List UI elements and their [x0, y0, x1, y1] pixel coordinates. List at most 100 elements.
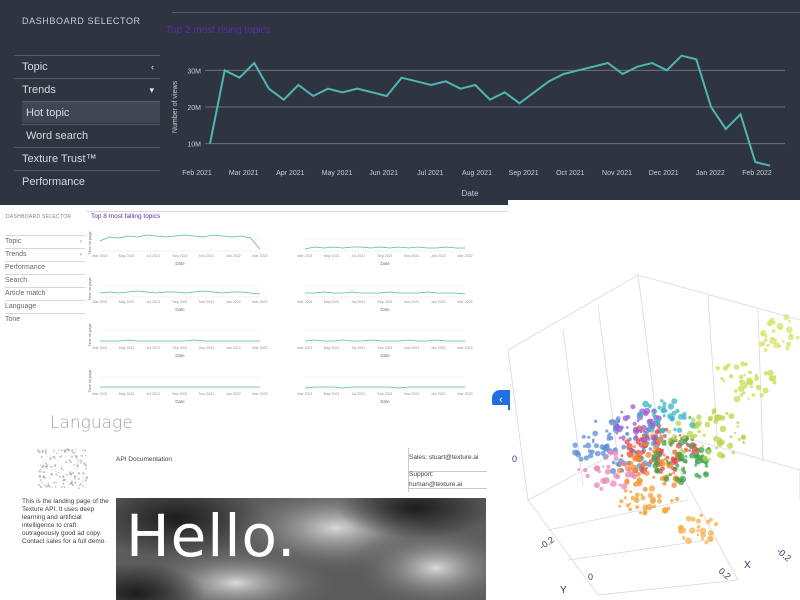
logo-dot: [81, 454, 84, 457]
data-point: [745, 362, 748, 366]
y-axis-label: Time on page: [88, 277, 92, 300]
data-point: [653, 445, 657, 450]
data-point: [728, 374, 734, 379]
x-tick-label: Jul 2021: [352, 346, 366, 350]
sidebar-item-performance[interactable]: Performance: [5, 261, 85, 274]
y-tick-label: 10M: [187, 142, 201, 149]
scatter-plot[interactable]: 0 -0.2 -0.2 0 0.2 Y X: [508, 200, 800, 600]
logo-dot: [61, 465, 63, 467]
data-point: [657, 405, 662, 410]
data-point: [699, 513, 704, 518]
data-point: [660, 470, 664, 474]
data-point: [593, 419, 598, 423]
landing-page: Language This is the landing page of the…: [0, 405, 508, 600]
x-tick-label: Sep 2021: [377, 300, 392, 304]
sidebar-item-hot-topic[interactable]: Hot topic: [22, 101, 160, 123]
data-point: [631, 464, 638, 472]
data-point: [654, 468, 660, 474]
logo-dot: [68, 472, 72, 475]
data-point: [662, 433, 667, 439]
data-point: [591, 440, 595, 444]
logo-dot: [59, 476, 62, 478]
logo-dot: [65, 473, 68, 476]
data-point: [714, 446, 718, 450]
rising-topics-chart: 10M 20M 30M Number of views Feb 2021 Mar 2021…: [172, 54, 785, 198]
y-tick-label: 30M: [187, 68, 201, 75]
api-documentation-link[interactable]: API Documentation: [116, 456, 172, 463]
logo-dot: [71, 449, 74, 452]
data-point: [681, 449, 686, 455]
data-point: [708, 530, 714, 536]
sidebar-item-topic[interactable]: Topic ‹: [5, 235, 85, 248]
data-point: [647, 403, 652, 409]
data-point: [657, 498, 662, 504]
x-tick-label: Sep 2021: [172, 300, 187, 304]
logo-dot: [78, 484, 81, 487]
logo-dot: [83, 482, 84, 484]
logo-dot: [69, 470, 71, 473]
data-point: [671, 482, 677, 488]
data-point: [702, 471, 710, 478]
sidebar-title: DASHBOARD SELECTOR: [22, 16, 141, 26]
sidebar-item-trends[interactable]: Trends ▾: [14, 78, 160, 100]
logo-dot: [41, 486, 43, 488]
y-axis-label: Time on page: [88, 323, 92, 346]
data-point: [716, 451, 724, 458]
logo-dot: [44, 462, 48, 465]
x-tick-label: Nov 2021: [404, 300, 419, 304]
data-point: [642, 510, 648, 516]
topic-mini-chart: Mar 2021 May 2021 Jul 2021 Sep 2021 Nov 2021…: [297, 238, 473, 266]
data-point: [639, 430, 643, 434]
data-point: [673, 467, 678, 471]
sidebar-item-texture-trust[interactable]: Texture Trust™: [14, 147, 160, 169]
data-point: [726, 363, 731, 368]
sidebar-item-article-match[interactable]: Article match: [5, 287, 85, 300]
sidebar-item-word-search[interactable]: Word search: [22, 124, 160, 146]
sidebar-item-topic[interactable]: Topic ‹: [14, 55, 160, 77]
sidebar-item-label: Article match: [5, 290, 46, 297]
data-point: [795, 335, 800, 340]
support-contact-link[interactable]: Support: human@texture.ai: [409, 470, 487, 489]
logo-dot: [36, 449, 40, 452]
sidebar-item-trends[interactable]: Trends ‹: [5, 248, 85, 261]
logo-dot: [62, 469, 64, 471]
x-tick-label: May 2021: [324, 392, 340, 396]
data-point: [644, 470, 650, 476]
sidebar-item-tone[interactable]: Tone: [5, 313, 85, 326]
data-point: [583, 467, 588, 473]
sidebar-item-performance[interactable]: Performance: [14, 170, 160, 192]
logo-dot: [65, 461, 68, 464]
embedding-scatter-3d[interactable]: 0 -0.2 -0.2 0 0.2 Y X: [508, 200, 800, 600]
logo-dot: [81, 459, 83, 462]
data-point: [675, 420, 682, 427]
data-point: [767, 322, 772, 327]
y-axis-label: Time on page: [88, 369, 92, 392]
data-point: [673, 427, 677, 432]
data-point: [635, 480, 641, 486]
data-point: [759, 393, 764, 398]
data-point: [713, 418, 719, 424]
data-point: [738, 374, 744, 380]
point-cluster: [758, 314, 800, 353]
data-point: [662, 414, 666, 418]
data-point: [748, 371, 753, 375]
series-line: [304, 339, 465, 342]
sidebar-item-language[interactable]: Language: [5, 300, 85, 313]
logo-dot: [75, 457, 78, 459]
data-point: [750, 385, 754, 389]
logo-dot: [67, 482, 69, 484]
data-point: [771, 329, 776, 334]
x-tick-label: Mar 2022: [252, 254, 267, 258]
data-point: [742, 441, 746, 444]
logo-dot: [74, 468, 76, 470]
data-point: [713, 410, 716, 413]
data-point: [763, 348, 768, 353]
tick-label: -0.2: [537, 535, 555, 552]
x-tick-label: Apr 2021: [276, 170, 305, 177]
logo-dot: [67, 480, 68, 482]
series-line: [209, 54, 771, 167]
x-tick-label: Mar 2021: [92, 392, 107, 396]
logo-dot: [40, 470, 42, 473]
logo-graphic: [36, 448, 89, 490]
sidebar-item-search[interactable]: Search: [5, 274, 85, 287]
